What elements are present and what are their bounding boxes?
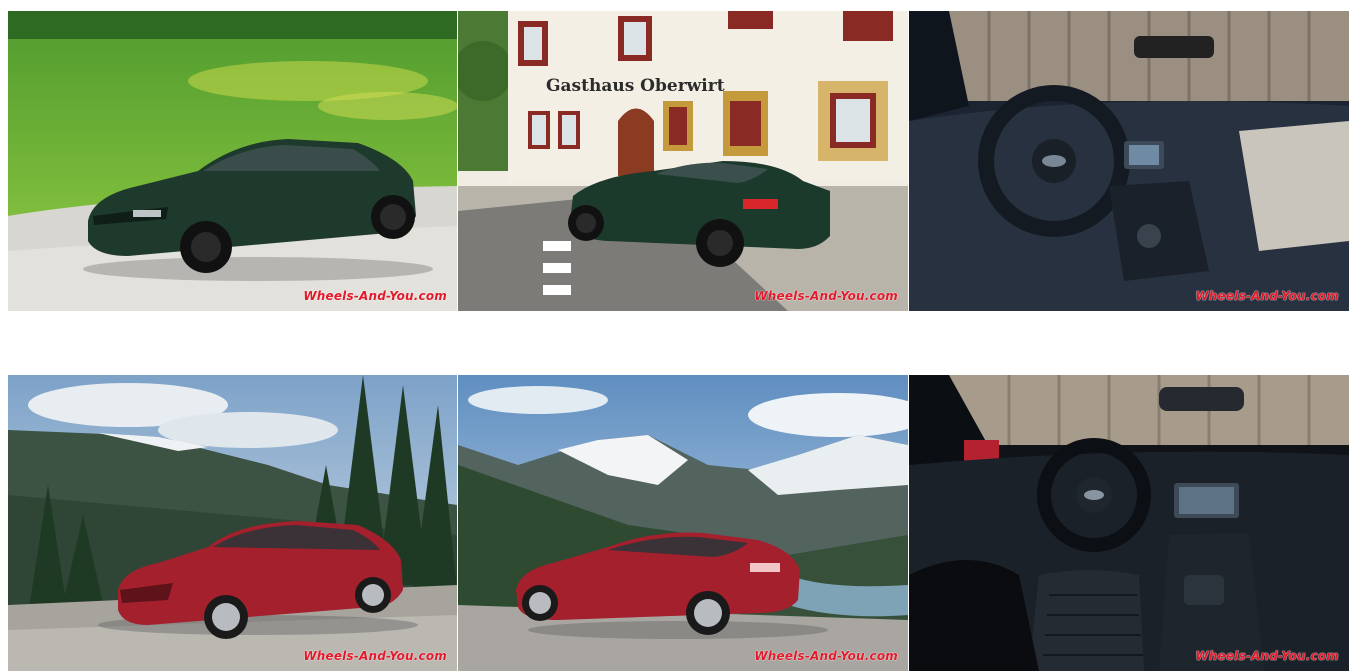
gallery-photo-5[interactable]: Wheels-And-You.com xyxy=(458,375,908,671)
gallery-photo-4[interactable]: Wheels-And-You.com xyxy=(8,375,457,671)
watermark: Wheels-And-You.com xyxy=(754,289,898,303)
watermark: Wheels-And-You.com xyxy=(303,649,447,663)
photo-5-image xyxy=(458,375,908,671)
watermark: Wheels-And-You.com xyxy=(1195,649,1339,663)
watermark: Wheels-And-You.com xyxy=(754,649,898,663)
photo-4-image xyxy=(8,375,457,671)
gallery-photo-2[interactable]: Gasthaus Oberwirt Wheels-And-You.com xyxy=(458,11,908,311)
gallery-photo-6[interactable]: Wheels-And-You.com xyxy=(909,375,1349,671)
watermark: Wheels-And-You.com xyxy=(303,289,447,303)
gasthaus-sign: Gasthaus Oberwirt xyxy=(546,76,725,96)
gallery-photo-1[interactable]: Wheels-And-You.com xyxy=(8,11,457,311)
photo-6-image xyxy=(909,375,1349,671)
watermark: Wheels-And-You.com xyxy=(1195,289,1339,303)
photo-1-image xyxy=(8,11,457,311)
photo-3-image xyxy=(909,11,1349,311)
gallery-photo-3[interactable]: Wheels-And-You.com xyxy=(909,11,1349,311)
photo-2-image: Gasthaus Oberwirt xyxy=(458,11,908,311)
